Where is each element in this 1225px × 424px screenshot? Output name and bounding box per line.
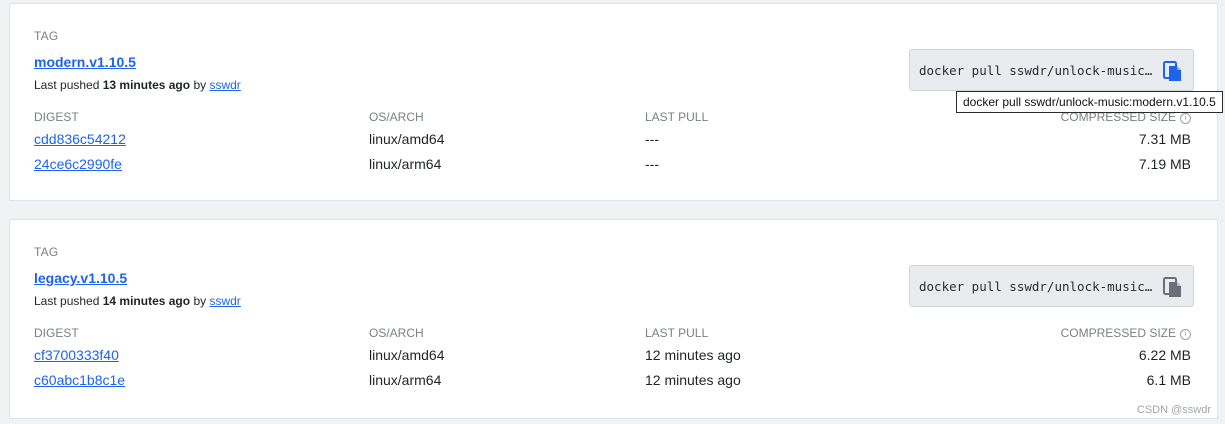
watermark: CSDN @sswdr [1136,404,1211,416]
digest-link[interactable]: 24ce6c2990fe [34,156,122,172]
column-header-compressed-size: COMPRESSED SIZE i [1061,326,1191,340]
pushed-by-word: by [193,78,207,92]
pushed-prefix: Last pushed [34,294,100,308]
size-value: 7.19 MB [1138,156,1191,172]
last-pull-value: 12 minutes ago [645,347,741,363]
last-pushed-info: Last pushed 13 minutes ago by sswdr [34,78,241,92]
column-header-digest: DIGEST [34,326,79,340]
pushed-time: 14 minutes ago [102,294,191,308]
info-icon[interactable]: i [1180,329,1191,340]
digest-link[interactable]: c60abc1b8c1e [34,372,125,388]
pushed-time: 13 minutes ago [102,78,191,92]
size-value: 6.1 MB [1146,372,1191,388]
digest-link[interactable]: cf3700333f40 [34,347,119,363]
docker-pull-command-box: docker pull sswdr/unlock-music:legacy.v1… [909,265,1194,307]
size-value: 7.31 MB [1138,131,1191,147]
tag-caption: TAG [34,29,59,43]
last-pull-value: 12 minutes ago [645,372,741,388]
last-pushed-info: Last pushed 14 minutes ago by sswdr [34,294,241,308]
os-arch-value: linux/arm64 [369,372,442,388]
digest-link[interactable]: cdd836c54212 [34,131,126,147]
pull-command-text[interactable]: docker pull sswdr/unlock-music:legacy.v1… [919,279,1157,294]
pull-command-tooltip: docker pull sswdr/unlock-music:modern.v1… [956,91,1223,113]
docker-pull-command-box: docker pull sswdr/unlock-music:modern.v1… [909,49,1194,91]
column-header-os-arch: OS/ARCH [369,110,424,124]
column-header-last-pull: LAST PULL [645,110,709,124]
pull-command-text[interactable]: docker pull sswdr/unlock-music:modern.v1… [919,63,1157,78]
copy-icon[interactable] [1162,275,1184,299]
column-header-os-arch: OS/ARCH [369,326,424,340]
column-header-digest: DIGEST [34,110,79,124]
pushed-by-user-link[interactable]: sswdr [209,78,240,92]
tag-name-link[interactable]: modern.v1.10.5 [34,54,136,70]
last-pull-value: --- [645,156,659,172]
os-arch-value: linux/amd64 [369,347,445,363]
tag-caption: TAG [34,245,59,259]
tag-name-link[interactable]: legacy.v1.10.5 [34,270,127,286]
pushed-prefix: Last pushed [34,78,100,92]
tag-card-legacy: TAG legacy.v1.10.5 Last pushed 14 minute… [9,219,1218,419]
os-arch-value: linux/amd64 [369,131,445,147]
pushed-by-word: by [193,294,207,308]
copy-icon[interactable] [1162,59,1184,83]
pushed-by-user-link[interactable]: sswdr [209,294,240,308]
last-pull-value: --- [645,131,659,147]
compressed-size-label: COMPRESSED SIZE [1060,326,1176,340]
os-arch-value: linux/arm64 [369,156,442,172]
size-value: 6.22 MB [1138,347,1191,363]
column-header-last-pull: LAST PULL [645,326,709,340]
info-icon[interactable]: i [1180,113,1191,124]
